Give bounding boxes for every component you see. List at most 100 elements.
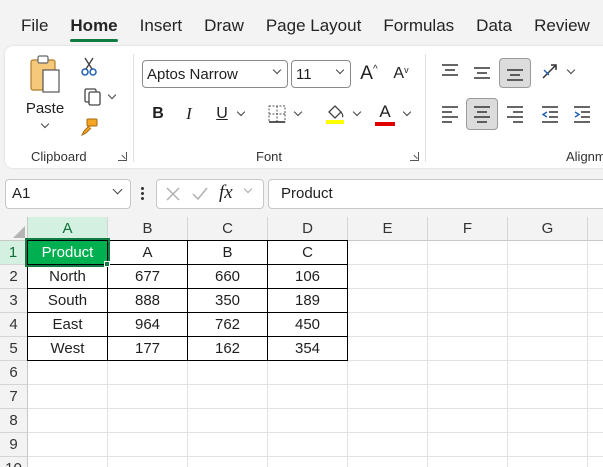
cell-h7[interactable]	[588, 385, 603, 409]
orientation-button[interactable]	[535, 58, 579, 86]
cell-c4[interactable]: 762	[187, 312, 268, 337]
cut-button[interactable]	[77, 54, 101, 80]
cell-b2[interactable]: 677	[107, 264, 188, 289]
font-size-dropdown[interactable]: 11	[291, 60, 351, 88]
cell-d1[interactable]: C	[267, 240, 348, 265]
decrease-indent-button[interactable]	[536, 100, 564, 128]
cell-f3[interactable]	[428, 289, 508, 313]
cell-d10[interactable]	[268, 457, 348, 467]
cell-d3[interactable]: 189	[267, 288, 348, 313]
cell-e3[interactable]	[348, 289, 428, 313]
row-header-5[interactable]: 5	[0, 337, 28, 361]
cell-h4[interactable]	[588, 313, 603, 337]
cell-e2[interactable]	[348, 265, 428, 289]
cell-d2[interactable]: 106	[267, 264, 348, 289]
chevron-down-icon[interactable]	[243, 184, 253, 194]
cell-h10[interactable]	[588, 457, 603, 467]
cell-f10[interactable]	[428, 457, 508, 467]
cell-a4[interactable]: East	[27, 312, 108, 337]
cell-b8[interactable]	[108, 409, 188, 433]
cell-h9[interactable]	[588, 433, 603, 457]
format-painter-button[interactable]	[77, 114, 101, 140]
tab-data[interactable]: Data	[465, 0, 523, 46]
row-header-9[interactable]: 9	[0, 433, 28, 457]
cell-a3[interactable]: South	[27, 288, 108, 313]
cell-f4[interactable]	[428, 313, 508, 337]
enter-check-icon[interactable]	[191, 186, 209, 202]
bold-button[interactable]: B	[146, 100, 170, 128]
cell-f6[interactable]	[428, 361, 508, 385]
increase-font-size-button[interactable]: A ^	[356, 60, 382, 88]
cell-c9[interactable]	[188, 433, 268, 457]
tab-insert[interactable]: Insert	[129, 0, 194, 46]
cell-c5[interactable]: 162	[187, 336, 268, 361]
column-header-c[interactable]: C	[188, 217, 268, 241]
align-left-button[interactable]	[436, 100, 464, 128]
copy-button[interactable]	[77, 84, 121, 110]
cell-g4[interactable]	[508, 313, 588, 337]
font-launcher-icon[interactable]	[410, 152, 419, 161]
cell-f5[interactable]	[428, 337, 508, 361]
cell-g1[interactable]	[508, 241, 588, 265]
cell-a6[interactable]	[28, 361, 108, 385]
fill-handle[interactable]	[104, 261, 110, 267]
cell-e7[interactable]	[348, 385, 428, 409]
column-header-h[interactable]	[588, 217, 603, 241]
cell-b1[interactable]: A	[107, 240, 188, 265]
column-header-a[interactable]: A	[28, 217, 108, 241]
cell-f9[interactable]	[428, 433, 508, 457]
cell-h6[interactable]	[588, 361, 603, 385]
cell-c6[interactable]	[188, 361, 268, 385]
cell-g10[interactable]	[508, 457, 588, 467]
cell-f8[interactable]	[428, 409, 508, 433]
row-header-7[interactable]: 7	[0, 385, 28, 409]
column-header-g[interactable]: G	[508, 217, 588, 241]
font-name-dropdown[interactable]: Aptos Narrow	[142, 60, 288, 88]
cell-c3[interactable]: 350	[187, 288, 268, 313]
tab-home[interactable]: Home	[59, 0, 128, 46]
formula-input[interactable]: Product	[268, 179, 603, 209]
cell-a8[interactable]	[28, 409, 108, 433]
cell-b3[interactable]: 888	[107, 288, 188, 313]
cell-b4[interactable]: 964	[107, 312, 188, 337]
cell-c7[interactable]	[188, 385, 268, 409]
increase-indent-button[interactable]	[568, 100, 596, 128]
cell-g5[interactable]	[508, 337, 588, 361]
tab-file[interactable]: File	[0, 0, 59, 46]
tab-review[interactable]: Review	[523, 0, 601, 46]
cell-c10[interactable]	[188, 457, 268, 467]
row-header-1[interactable]: 1	[0, 241, 28, 265]
cell-a1[interactable]: Product	[25, 238, 110, 267]
row-header-2[interactable]: 2	[0, 265, 28, 289]
cell-d6[interactable]	[268, 361, 348, 385]
row-header-3[interactable]: 3	[0, 289, 28, 313]
row-header-10[interactable]: 10	[0, 457, 28, 467]
cell-c2[interactable]: 660	[187, 264, 268, 289]
cell-g2[interactable]	[508, 265, 588, 289]
cell-c8[interactable]	[188, 409, 268, 433]
cell-a5[interactable]: West	[27, 336, 108, 361]
column-header-b[interactable]: B	[108, 217, 188, 241]
fill-color-button[interactable]	[317, 100, 367, 128]
cell-g3[interactable]	[508, 289, 588, 313]
align-center-button[interactable]	[466, 98, 498, 130]
cell-h1[interactable]	[588, 241, 603, 265]
cell-f1[interactable]	[428, 241, 508, 265]
cell-a9[interactable]	[28, 433, 108, 457]
italic-button[interactable]: I	[177, 100, 201, 128]
borders-button[interactable]	[261, 100, 307, 128]
tab-formulas[interactable]: Formulas	[372, 0, 465, 46]
cell-a2[interactable]: North	[27, 264, 108, 289]
cell-b10[interactable]	[108, 457, 188, 467]
insert-function-icon[interactable]: fx	[219, 182, 233, 204]
select-all-button[interactable]	[0, 217, 28, 241]
underline-button[interactable]: U	[208, 100, 252, 128]
tab-page-layout[interactable]: Page Layout	[255, 0, 372, 46]
row-header-8[interactable]: 8	[0, 409, 28, 433]
decrease-font-size-button[interactable]: Av	[388, 60, 414, 88]
paste-button[interactable]: Paste	[23, 54, 67, 134]
cell-a7[interactable]	[28, 385, 108, 409]
cell-f2[interactable]	[428, 265, 508, 289]
cell-c1[interactable]: B	[187, 240, 268, 265]
cell-d7[interactable]	[268, 385, 348, 409]
